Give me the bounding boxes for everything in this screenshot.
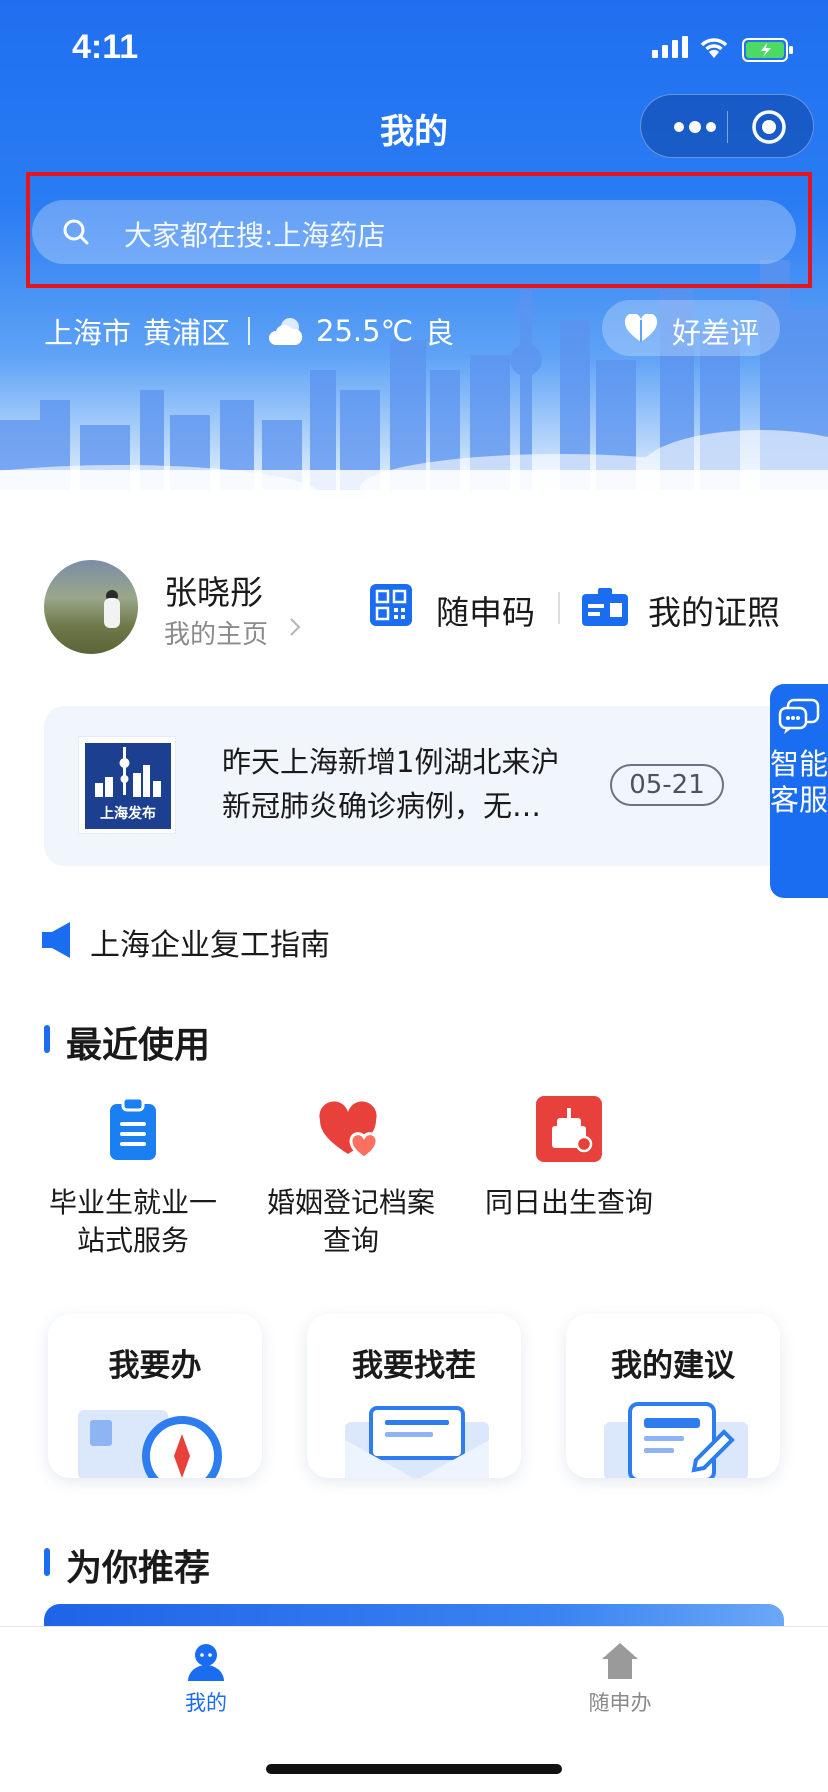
temperature-label: 25.5℃ (316, 314, 414, 348)
my-license-button[interactable]: 我的证照 (648, 586, 780, 634)
mini-program-capsule (640, 94, 814, 158)
location-divider (248, 317, 251, 345)
user-profile-icon (188, 1644, 224, 1681)
edit-document-icon (604, 1402, 748, 1478)
review-label: 好差评 (672, 316, 760, 350)
notice-link[interactable]: 上海企业复工指南 (90, 920, 330, 964)
cloudy-weather-icon (269, 318, 303, 345)
tab-suishenban[interactable]: 随申办 (520, 1641, 720, 1717)
qr-code-icon[interactable] (370, 584, 412, 626)
id-card-icon[interactable] (582, 588, 628, 626)
search-input[interactable]: 大家都在搜:上海药店 (32, 200, 796, 264)
home-icon (602, 1643, 638, 1679)
compass-document-icon (78, 1410, 222, 1478)
section-accent-bar (44, 1025, 50, 1053)
avatar[interactable] (44, 560, 138, 654)
section-accent-bar (44, 1548, 50, 1576)
envelope-icon (345, 1406, 489, 1478)
chat-bubble-icon (778, 698, 820, 734)
speaker-announcement-icon (42, 922, 70, 958)
recent-app-label: 婚姻登记档案查询 (266, 1186, 435, 1257)
smart-customer-service-button[interactable]: 智能客服 (770, 684, 828, 898)
heart-review-icon (624, 314, 658, 342)
air-quality-label: 良 (425, 316, 455, 350)
birthday-cake-icon (536, 1096, 602, 1162)
news-headline: 昨天上海新增1例湖北来沪新冠肺炎确诊病例，无… (222, 745, 560, 823)
hearts-icon (319, 1101, 379, 1160)
clipboard-icon (110, 1096, 156, 1160)
action-card-todo[interactable]: 我要办 (48, 1314, 262, 1478)
action-card-report-issue[interactable]: 我要找茬 (307, 1314, 521, 1478)
news-date-badge: 05-21 (610, 764, 724, 806)
smart-service-label: 智能客服 (770, 747, 828, 817)
search-placeholder: 大家都在搜:上海药店 (124, 219, 386, 252)
recommend-section-title: 为你推荐 (66, 1548, 211, 1589)
tab-label: 随申办 (588, 1691, 652, 1715)
city-skyline-illustration (0, 260, 828, 510)
my-homepage-link[interactable]: 我的主页 (164, 614, 268, 651)
district-label: 黄浦区 (143, 316, 231, 350)
action-card-my-suggestions[interactable]: 我的建议 (566, 1314, 780, 1478)
action-card-title: 我的建议 (611, 1348, 735, 1384)
status-bar: 4:11 (0, 0, 828, 100)
recent-section-title: 最近使用 (66, 1025, 211, 1066)
city-label: 上海市 (44, 316, 132, 350)
news-source-logo-text: 上海发布 (100, 806, 156, 822)
recent-app-label: 毕业生就业一站式服务 (48, 1186, 217, 1257)
quick-action-divider (558, 592, 560, 624)
action-card-title: 我要找茬 (352, 1348, 476, 1384)
cellular-signal-icon (652, 36, 688, 58)
location-weather-bar[interactable]: 上海市 黄浦区 25.5℃ 良 (44, 310, 454, 352)
home-indicator (266, 1764, 562, 1774)
suishenma-button[interactable]: 随申码 (436, 586, 535, 634)
capsule-divider (727, 111, 728, 143)
more-dots-icon[interactable] (667, 113, 723, 141)
user-name: 张晓彤 (164, 573, 263, 612)
search-icon (63, 219, 89, 245)
battery-charging-icon (742, 38, 793, 62)
recent-app-label: 同日出生查询 (484, 1186, 653, 1219)
wifi-icon (700, 38, 728, 58)
tab-mine[interactable]: 我的 (106, 1641, 306, 1717)
target-circle-icon[interactable] (751, 109, 787, 145)
shanghai-release-logo: 上海发布 (78, 736, 176, 834)
action-card-title: 我要办 (108, 1348, 202, 1384)
news-card[interactable]: 上海发布 昨天上海新增1例湖北来沪新冠肺炎确诊病例，无… 05-21 (44, 706, 784, 866)
tab-label: 我的 (185, 1691, 227, 1715)
chevron-right-icon (290, 618, 301, 636)
oriental-pearl-tower-icon (95, 747, 161, 797)
review-button[interactable]: 好差评 (602, 300, 780, 356)
status-time: 4:11 (72, 28, 139, 66)
